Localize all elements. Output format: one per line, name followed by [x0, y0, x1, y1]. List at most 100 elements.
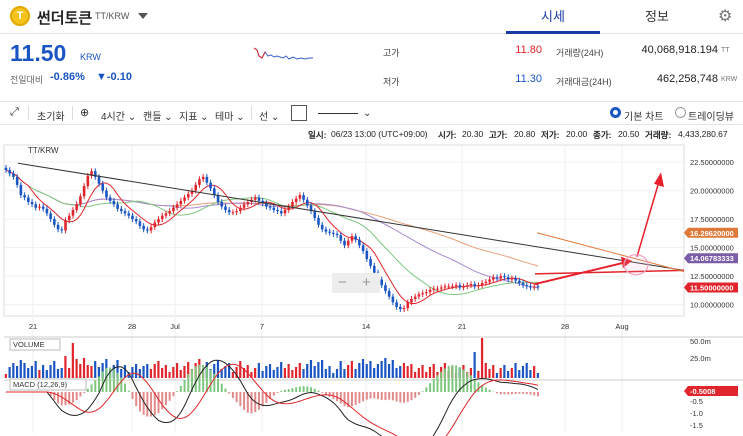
x-tick-label: 14 — [362, 322, 370, 331]
volume-bar — [358, 363, 361, 378]
macd-hist-bar — [391, 392, 394, 401]
macd-hist-bar — [220, 383, 223, 392]
tradingview-radio[interactable] — [675, 107, 686, 118]
macd-hist-bar — [243, 392, 246, 410]
volume-bar — [90, 366, 93, 378]
volume-bar — [306, 364, 309, 378]
ohlc-open: 20.30 — [462, 129, 484, 139]
macd-hist-bar — [503, 392, 506, 395]
volume-bar — [15, 366, 19, 378]
volume-bar — [417, 368, 420, 378]
zoom-controls: − + — [332, 273, 380, 293]
macd-hist-bar — [377, 392, 379, 400]
macd-hist-bar — [291, 388, 294, 392]
macd-hist-bar — [235, 392, 238, 403]
volume-bar — [161, 368, 164, 378]
zoom-out-button[interactable]: − — [338, 274, 347, 291]
volume-bar — [518, 370, 521, 378]
volume-bar — [391, 360, 394, 378]
zoom-in-button[interactable]: + — [362, 274, 371, 291]
volume-bar — [369, 361, 372, 378]
volume-bar — [291, 370, 294, 378]
interval-select[interactable]: 4시간 ⌄ — [101, 108, 136, 123]
volume-bar — [45, 370, 48, 378]
highlight-circle — [623, 254, 649, 276]
x-tick-label: 28 — [561, 322, 569, 331]
volume-label: VOLUME — [13, 340, 45, 349]
macd-hist-bar — [112, 369, 115, 392]
macd-hist-bar — [421, 391, 424, 392]
volume-bar — [272, 370, 275, 378]
globe-icon[interactable]: ⊕ — [80, 106, 89, 119]
volume-bar — [324, 369, 327, 378]
tradingview-label[interactable]: 트레이딩뷰 — [688, 108, 734, 123]
macd-hist-bar — [98, 376, 100, 392]
reset-button[interactable]: 초기화 — [37, 108, 65, 123]
macd-hist-bar — [462, 369, 465, 392]
volume-bar — [477, 371, 480, 378]
macd-hist-bar — [350, 392, 353, 407]
macd-hist-bar — [525, 392, 528, 395]
volume-bar — [27, 368, 30, 378]
volume-bar — [82, 358, 86, 378]
macd-hist-bar — [101, 371, 104, 392]
macd-hist-bar — [57, 392, 60, 404]
current-price: 11.50 — [10, 40, 67, 66]
macd-hist-bar — [213, 373, 216, 392]
macd-hist-bar — [187, 373, 190, 392]
candle-select[interactable]: 캔들 ⌄ — [143, 108, 173, 123]
gear-icon[interactable]: ⚙ — [718, 6, 732, 26]
volume-bar — [239, 361, 242, 378]
macd-hist-bar — [75, 392, 78, 401]
volume-bar — [149, 369, 153, 378]
volume-bar — [123, 365, 127, 378]
volume-bar — [265, 366, 268, 378]
macd-hist-bar — [365, 392, 368, 400]
volume-bar — [30, 366, 34, 378]
macd-hist-bar — [194, 366, 197, 392]
volume-bar — [153, 364, 156, 378]
expand-icon[interactable]: ⤢ — [10, 106, 19, 119]
volume-bar — [157, 361, 160, 378]
indicator-select[interactable]: 지표 ⌄ — [179, 108, 209, 123]
volume-bar — [492, 365, 495, 378]
price-tag-label: 11.50000000 — [690, 284, 733, 293]
macd-hist-bar — [429, 383, 432, 392]
volume-bar — [38, 370, 41, 378]
theme-select[interactable]: 테마 ⌄ — [215, 108, 245, 123]
volume-bar — [495, 373, 499, 378]
x-tick-label: 28 — [128, 322, 136, 331]
macd-hist-bar — [161, 392, 164, 410]
basic-chart-radio[interactable] — [610, 107, 621, 118]
basic-chart-label[interactable]: 기본 차트 — [624, 108, 664, 123]
macd-hist-bar — [447, 365, 450, 392]
line-style-caret[interactable]: ⌄ — [363, 108, 371, 119]
volume-bar — [294, 367, 298, 378]
tab-quote[interactable]: 시세 — [506, 0, 600, 34]
line-select[interactable]: 선 ⌄ — [259, 108, 279, 123]
volume-bar — [503, 365, 506, 378]
macd-signal-line — [6, 363, 539, 436]
coin-name: 썬더토큰 — [37, 10, 93, 27]
y-tick-label: 12.50000000 — [690, 272, 734, 281]
low-label: 저가 — [383, 77, 400, 87]
line-style-icon[interactable] — [318, 113, 358, 114]
macd-hist-bar — [369, 392, 372, 399]
macd-hist-bar — [510, 392, 513, 395]
volume-bar — [298, 363, 301, 378]
volume-bar — [313, 366, 316, 378]
color-swatch[interactable] — [291, 105, 307, 121]
amount-value: 462,258,748 — [656, 73, 718, 85]
macd-hist-bar — [317, 390, 320, 392]
tab-info[interactable]: 정보 — [610, 0, 704, 34]
macd-hist-bar — [172, 392, 175, 397]
volume-bar — [354, 369, 357, 378]
chevron-down-icon[interactable] — [138, 13, 148, 19]
macd-tick-label: -1.0 — [690, 409, 703, 418]
macd-hist-bar — [529, 392, 532, 395]
macd-hist-bar — [116, 372, 119, 392]
macd-hist-bar — [455, 365, 458, 392]
macd-hist-bar — [198, 364, 201, 392]
macd-hist-bar — [414, 392, 417, 398]
volume-bar — [268, 364, 272, 378]
